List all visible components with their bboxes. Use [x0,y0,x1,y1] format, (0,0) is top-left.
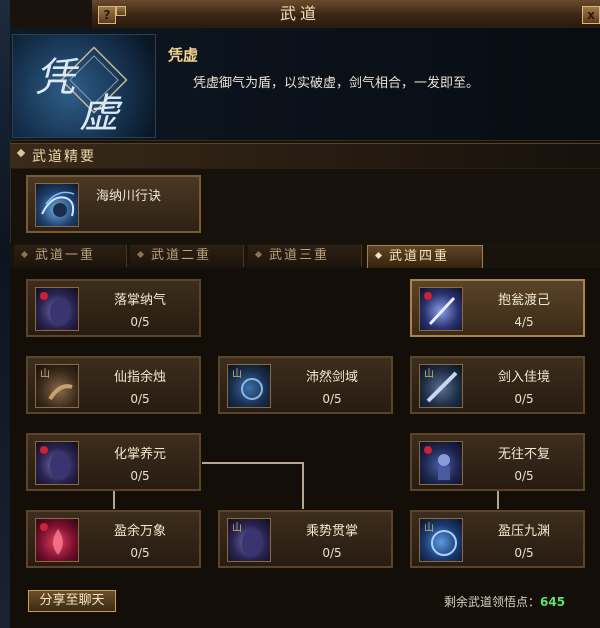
svg-text:山: 山 [424,522,434,534]
skill-node-name: 落掌纳气 [113,293,166,308]
tree-connector [113,491,115,509]
sword-light-icon [419,287,463,331]
help-button[interactable]: ? [98,6,116,24]
skill-node[interactable]: 山 乘势贯掌 0/5 [218,510,393,568]
help-badge-icon [116,6,126,16]
diamond-icon [136,250,145,259]
palm-icon: 山 [227,518,271,562]
tree-connector [202,462,303,464]
skill-node-name: 盈余万象 [113,524,166,539]
skill-node-level: 0/5 [514,392,534,406]
essentials-card[interactable]: 海纳川行诀 [26,175,201,233]
skill-node-level: 0/5 [514,469,534,483]
background-strip [0,0,10,628]
skill-node[interactable]: 落掌纳气 0/5 [26,279,201,337]
diamond-icon [254,250,263,259]
skill-node-name: 盈压九渊 [497,524,550,539]
skill-node-level: 0/5 [130,315,150,329]
svg-text:山: 山 [424,368,434,380]
palm-icon [35,441,79,485]
skill-node[interactable]: 山 沛然剑域 0/5 [218,356,393,414]
skill-node-name: 剑入佳境 [497,370,550,385]
finger-icon: 山 [35,364,79,408]
skill-node-name: 仙指余烛 [113,370,166,385]
skill-node-level: 0/5 [130,469,150,483]
emblem-diamond-icon: 凭 虚 [35,46,128,137]
svg-text:山: 山 [40,368,50,380]
skill-node-level: 4/5 [514,315,534,329]
remaining-points: 剩余武道领悟点：645 [444,593,565,610]
skill-node-level: 0/5 [130,546,150,560]
palm-icon [35,287,79,331]
tab-tier-1[interactable]: 武道一重 [14,245,127,267]
skill-node-name: 沛然剑域 [305,370,358,385]
emblem-char-2: 虚 [79,91,123,137]
skill-node[interactable]: 抱瓮渡己 4/5 [410,279,585,337]
skill-node[interactable]: 盈余万象 0/5 [26,510,201,568]
diamond-icon [374,251,383,260]
tab-tier-3[interactable]: 武道三重 [248,245,362,267]
essentials-label: 武道精要 [32,149,96,165]
skill-emblem: 凭 虚 [12,34,156,138]
svg-text:山: 山 [232,368,242,380]
skill-name: 凭虚 [168,46,199,64]
skill-node[interactable]: 化掌养元 0/5 [26,433,201,491]
tab-tier-2[interactable]: 武道二重 [130,245,244,267]
emblem-char-1: 凭 [35,55,80,101]
tab-tier-4[interactable]: 武道四重 [367,245,483,268]
water-palm-icon [35,183,79,227]
skill-node[interactable]: 山 仙指余烛 0/5 [26,356,201,414]
diamond-icon [20,250,29,259]
blue-aura-icon: 山 [419,518,463,562]
svg-text:山: 山 [232,522,242,534]
skill-node-name: 无往不复 [497,447,550,462]
skill-node-name: 乘势贯掌 [305,524,358,539]
window-title: 武道 [279,4,320,23]
skill-node-name: 化掌养元 [113,447,166,462]
figure-icon [419,441,463,485]
red-flame-icon [35,518,79,562]
skill-node-level: 0/5 [322,392,342,406]
sword-icon: 山 [419,364,463,408]
essentials-item-name: 海纳川行诀 [96,189,162,204]
essentials-section-bar [10,143,600,169]
remaining-points-value: 645 [540,595,566,609]
sword-field-icon: 山 [227,364,271,408]
skill-node-name: 抱瓮渡己 [497,293,550,308]
skill-node-level: 0/5 [514,546,534,560]
remaining-points-label: 剩余武道领悟点： [444,595,541,609]
tree-connector [497,491,499,509]
tree-connector [302,462,304,509]
close-button[interactable]: x [582,6,600,24]
skill-node[interactable]: 无往不复 0/5 [410,433,585,491]
skill-node[interactable]: 山 盈压九渊 0/5 [410,510,585,568]
share-to-chat-button[interactable]: 分享至聊天 [28,590,116,612]
skill-node-level: 0/5 [130,392,150,406]
skill-description: 凭虚御气为盾，以实破虚，剑气相合，一发即至。 [193,76,480,91]
skill-node[interactable]: 山 剑入佳境 0/5 [410,356,585,414]
skill-node-level: 0/5 [322,546,342,560]
